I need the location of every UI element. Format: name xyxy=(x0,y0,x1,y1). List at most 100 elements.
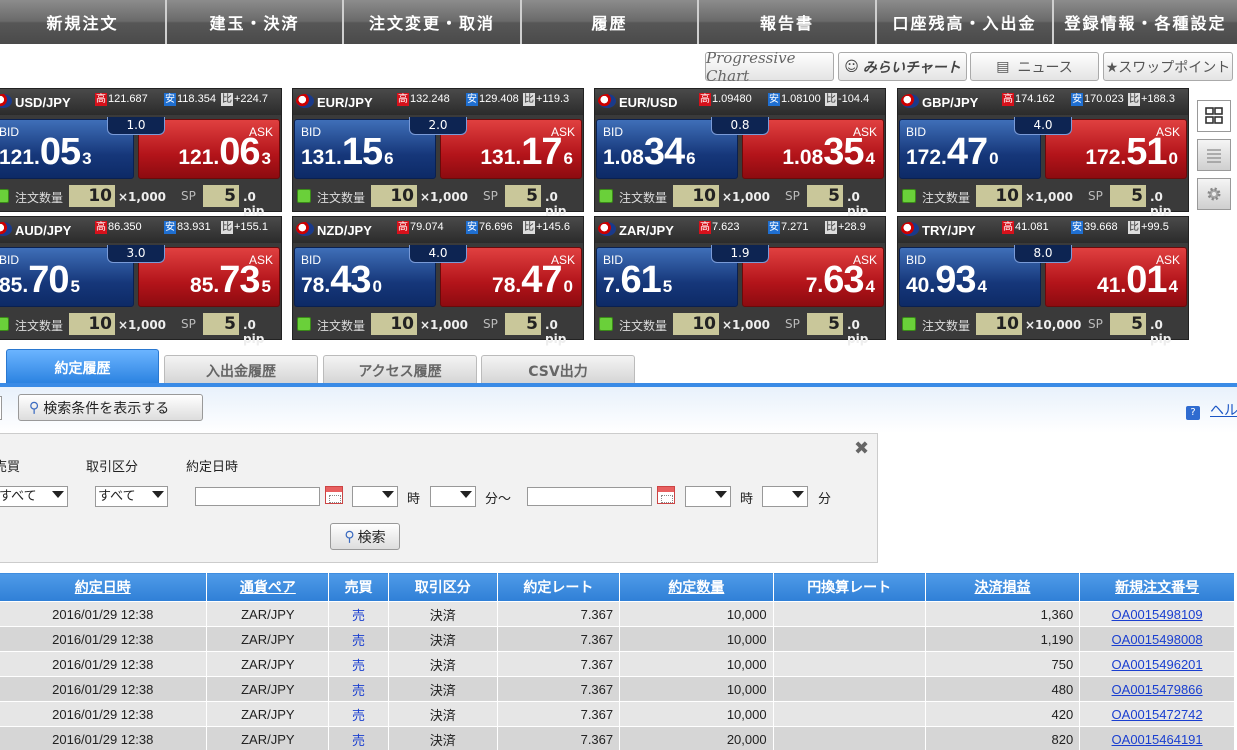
calendar-icon[interactable] xyxy=(657,486,675,504)
change-value: 比 +99.5 xyxy=(1128,221,1169,234)
flag-icon xyxy=(0,222,12,236)
high-tag: 高 xyxy=(1002,93,1014,106)
cell-order-no[interactable]: OA0015479866 xyxy=(1079,676,1235,702)
chevron-down-icon xyxy=(792,491,804,498)
chevron-down-icon xyxy=(382,491,394,498)
tab-csv-export[interactable]: CSV出力 xyxy=(481,355,635,385)
close-icon[interactable]: ✖ xyxy=(854,438,869,459)
flag-icon xyxy=(901,94,919,108)
slippage-input[interactable]: 5 xyxy=(505,313,541,335)
order-qty-input[interactable]: 10 xyxy=(673,185,719,207)
nav-balance[interactable]: 口座残高・入出金 xyxy=(877,0,1054,44)
ask-price-big: 06 xyxy=(219,131,260,173)
help-link[interactable]: ? ヘルプ xyxy=(1186,400,1237,420)
tab-access-history[interactable]: アクセス履歴 xyxy=(323,355,477,385)
lock-icon[interactable] xyxy=(297,189,311,203)
swap-point-button[interactable]: ★スワップポイント xyxy=(1103,52,1233,81)
lock-icon[interactable] xyxy=(599,317,613,331)
bid-price-big: 93 xyxy=(935,259,976,301)
order-number-link[interactable]: OA0015498008 xyxy=(1112,632,1203,647)
nav-order-change[interactable]: 注文変更・取消 xyxy=(344,0,522,44)
slippage-label: SP xyxy=(483,189,498,203)
lock-icon[interactable] xyxy=(0,189,9,203)
slippage-input[interactable]: 5 xyxy=(807,313,843,335)
cell-order-no[interactable]: OA0015464191 xyxy=(1079,726,1235,750)
lock-icon[interactable] xyxy=(902,317,916,331)
order-qty-input[interactable]: 10 xyxy=(69,185,115,207)
cell-order-no[interactable]: OA0015498008 xyxy=(1079,626,1235,652)
nav-positions[interactable]: 建玉・決済 xyxy=(167,0,344,44)
list-view-icon[interactable] xyxy=(1197,139,1231,171)
slippage-input[interactable]: 5 xyxy=(1110,185,1146,207)
lock-icon[interactable] xyxy=(902,189,916,203)
low-number: 118.354 xyxy=(177,93,216,105)
start-hour-select[interactable] xyxy=(352,486,398,507)
slippage-input[interactable]: 5 xyxy=(203,313,239,335)
calendar-icon[interactable] xyxy=(325,486,343,504)
start-date-input[interactable] xyxy=(195,487,320,506)
order-qty-input[interactable]: 10 xyxy=(976,185,1022,207)
slippage-input[interactable]: 5 xyxy=(505,185,541,207)
order-number-link[interactable]: OA0015498109 xyxy=(1112,607,1203,622)
order-qty-input[interactable]: 10 xyxy=(69,313,115,335)
nav-history[interactable]: 履歴 xyxy=(522,0,699,44)
col-pl[interactable]: 決済損益 xyxy=(924,572,1081,602)
tab-deposit-history[interactable]: 入出金履歴 xyxy=(164,355,318,385)
news-button[interactable]: ▤ ニュース xyxy=(970,52,1099,81)
order-settings-bar: 注文数量 10 ×1,000 SP 5.0 pip xyxy=(595,181,885,218)
cell-order-no[interactable]: OA0015496201 xyxy=(1079,651,1235,677)
nav-reports[interactable]: 報告書 xyxy=(699,0,877,44)
lock-icon[interactable] xyxy=(0,317,9,331)
order-qty-input[interactable]: 10 xyxy=(371,185,417,207)
order-settings-bar: 注文数量 10 ×1,000 SP 5.0 pip xyxy=(0,181,281,218)
order-qty-input[interactable]: 10 xyxy=(673,313,719,335)
slippage-input[interactable]: 5 xyxy=(203,185,239,207)
trade-type-select[interactable]: すべて xyxy=(95,486,168,507)
bid-price-tail: 5 xyxy=(70,277,80,296)
order-qty-input[interactable]: 10 xyxy=(976,313,1022,335)
end-date-input[interactable] xyxy=(527,487,652,506)
order-qty-label: 注文数量 xyxy=(15,191,64,205)
col-date[interactable]: 約定日時 xyxy=(0,572,208,602)
end-hour-select[interactable] xyxy=(685,486,731,507)
search-button[interactable]: ⚲ 検索 xyxy=(330,523,400,550)
mirai-chart-button[interactable]: ☺ みらいチャート xyxy=(838,52,967,81)
order-number-link[interactable]: OA0015472742 xyxy=(1112,707,1203,722)
end-minute-select[interactable] xyxy=(762,486,808,507)
lock-icon[interactable] xyxy=(297,317,311,331)
spread-badge: 0.8 xyxy=(711,117,769,135)
bid-price: 7.61 5 xyxy=(603,259,672,302)
start-minute-select[interactable] xyxy=(430,486,476,507)
high-number: 41.081 xyxy=(1015,221,1049,233)
gear-icon[interactable] xyxy=(1197,178,1231,210)
order-qty-unit: ×1,000 xyxy=(1025,190,1074,204)
col-qty[interactable]: 約定数量 xyxy=(619,572,774,602)
ask-price-head: 7. xyxy=(805,274,824,297)
order-qty-input[interactable]: 10 xyxy=(371,313,417,335)
nav-new-order[interactable]: 新規注文 xyxy=(0,0,167,44)
nav-settings[interactable]: 登録情報・各種設定 xyxy=(1054,0,1237,44)
show-search-conditions-button[interactable]: ⚲ 検索条件を表示する xyxy=(18,394,203,421)
order-settings-bar: 注文数量 10 ×10,000 SP 5.0 pip xyxy=(898,309,1188,346)
high-value: 高 86.350 xyxy=(95,221,142,234)
grid-view-icon[interactable] xyxy=(1197,100,1231,132)
cell-order-no[interactable]: OA0015472742 xyxy=(1079,701,1235,727)
order-number-link[interactable]: OA0015464191 xyxy=(1112,732,1203,747)
cell-side: 売 xyxy=(328,676,389,702)
lock-icon[interactable] xyxy=(599,189,613,203)
slippage-input[interactable]: 5 xyxy=(1110,313,1146,335)
cell-yen-rate xyxy=(772,726,926,750)
ask-price: 7.63 4 xyxy=(806,259,875,302)
col-pair[interactable]: 通貨ペア xyxy=(206,572,330,602)
slippage-input[interactable]: 5 xyxy=(807,185,843,207)
progressive-chart-button[interactable]: Progressive Chart xyxy=(705,49,834,85)
cell-date: 2016/01/29 12:38 xyxy=(0,701,208,727)
flag-icon xyxy=(901,222,919,236)
order-number-link[interactable]: OA0015496201 xyxy=(1112,657,1203,672)
spread-badge: 2.0 xyxy=(409,117,467,135)
cell-order-no[interactable]: OA0015498109 xyxy=(1079,601,1235,627)
col-order-no[interactable]: 新規注文番号 xyxy=(1079,572,1235,602)
tab-execution-history[interactable]: 約定履歴 xyxy=(6,349,159,385)
order-number-link[interactable]: OA0015479866 xyxy=(1112,682,1203,697)
buy-sell-select[interactable]: すべて xyxy=(0,486,68,507)
